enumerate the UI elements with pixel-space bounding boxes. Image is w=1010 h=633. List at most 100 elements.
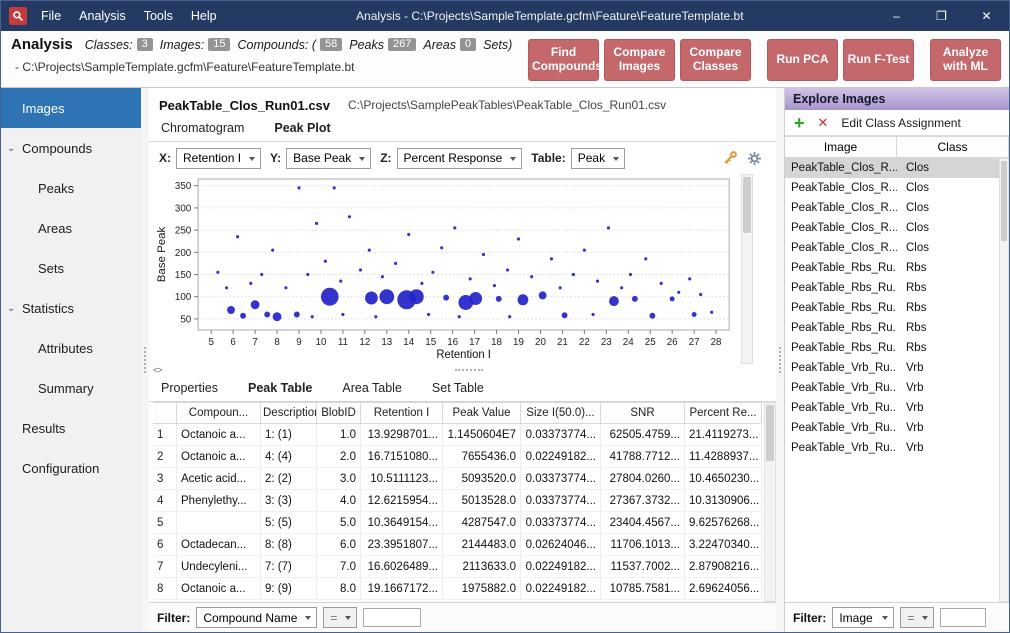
action-button[interactable]: Compare Classes xyxy=(680,39,751,81)
sidebar-item[interactable]: Attributes xyxy=(1,328,141,368)
image-row[interactable]: PeakTable_Vrb_Ru... Vrb xyxy=(785,378,1009,398)
stat-label: Peaks xyxy=(349,38,384,52)
image-row[interactable]: PeakTable_Vrb_Ru... Vrb xyxy=(785,438,1009,458)
image-row[interactable]: PeakTable_Rbs_Ru... Rbs xyxy=(785,318,1009,338)
cell-image-name: PeakTable_Clos_R... xyxy=(785,218,897,238)
svg-text:10: 10 xyxy=(316,337,327,348)
action-button[interactable]: Compare Images xyxy=(604,39,675,81)
column-header[interactable]: Peak Value xyxy=(443,402,521,424)
image-row[interactable]: PeakTable_Clos_R... Clos xyxy=(785,178,1009,198)
image-row[interactable]: PeakTable_Rbs_Ru... Rbs xyxy=(785,258,1009,278)
column-header[interactable]: Retention I xyxy=(361,402,443,424)
image-row[interactable]: PeakTable_Rbs_Ru... Rbs xyxy=(785,278,1009,298)
key-icon[interactable] xyxy=(722,150,738,166)
image-row[interactable]: PeakTable_Clos_R... Clos xyxy=(785,158,1009,178)
close-button[interactable]: ✕ xyxy=(964,1,1009,31)
collapse-handle-icon[interactable]: <> xyxy=(149,365,162,375)
column-header[interactable]: Size I(50.0)... xyxy=(521,402,601,424)
column-header[interactable] xyxy=(153,402,177,424)
scatter-plot[interactable]: 5010015020025030035056789101112131415161… xyxy=(153,174,739,360)
sidebar-item[interactable]: Areas xyxy=(1,208,141,248)
tab[interactable]: Peak Table xyxy=(246,377,314,401)
tab[interactable]: Peak Plot xyxy=(272,117,332,141)
column-header[interactable]: Description xyxy=(261,402,317,424)
image-row[interactable]: PeakTable_Rbs_Ru... Rbs xyxy=(785,338,1009,358)
sidebar-item[interactable]: Images xyxy=(1,88,141,128)
table-row[interactable]: 2 Octanoic a... 4: (4) 2.0 16.7151080...… xyxy=(153,446,762,468)
filter-field-select[interactable]: Compound Name xyxy=(196,607,317,628)
scrollbar-thumb[interactable] xyxy=(743,177,751,233)
sidebar-item[interactable]: Sets xyxy=(1,248,141,288)
column-header[interactable]: Percent Re... xyxy=(685,402,762,424)
sidebar-item[interactable]: ⌄ Statistics xyxy=(1,288,141,328)
action-button[interactable]: Analyze with ML xyxy=(930,39,1001,81)
right-splitter[interactable] xyxy=(776,88,784,632)
scrollbar-thumb[interactable] xyxy=(766,405,774,461)
column-header[interactable]: Class xyxy=(897,136,1009,158)
gear-icon[interactable] xyxy=(747,151,762,166)
tab[interactable]: Properties xyxy=(159,377,220,401)
filter-operator-select[interactable]: = xyxy=(323,607,357,628)
horizontal-splitter[interactable]: <> xyxy=(149,364,776,376)
sidebar-item[interactable]: ⌄ Compounds xyxy=(1,128,141,168)
svg-text:20: 20 xyxy=(535,337,546,348)
remove-image-button[interactable]: ✕ xyxy=(818,115,829,131)
menu-item[interactable]: File xyxy=(32,1,70,31)
sidebar-item[interactable]: Configuration xyxy=(1,448,141,488)
table-row[interactable]: 1 Octanoic a... 1: (1) 1.0 13.9298701...… xyxy=(153,424,762,446)
tab[interactable]: Set Table xyxy=(430,377,486,401)
chevron-down-icon[interactable]: ⌄ xyxy=(7,143,15,154)
table-row[interactable]: 6 Octadecan... 8: (8) 6.0 23.3951807... … xyxy=(153,534,762,556)
combo-select[interactable]: Retention I xyxy=(176,148,261,169)
action-button[interactable]: Find Compounds xyxy=(528,39,599,81)
add-image-button[interactable]: + xyxy=(794,114,805,132)
edit-class-assignment-button[interactable]: Edit Class Assignment xyxy=(841,116,960,130)
cell-compound: Acetic acid... xyxy=(177,468,261,490)
table-row[interactable]: 5 5: (5) 5.0 10.3649154... 4287547.0 0.0… xyxy=(153,512,762,534)
tab[interactable]: Chromatogram xyxy=(159,117,246,141)
image-row[interactable]: PeakTable_Vrb_Ru... Vrb xyxy=(785,398,1009,418)
combo-select[interactable]: Percent Response xyxy=(397,148,523,169)
table-row[interactable]: 3 Acetic acid... 2: (2) 3.0 10.5111123..… xyxy=(153,468,762,490)
menu-item[interactable]: Analysis xyxy=(70,1,135,31)
action-button[interactable]: Run F-Test xyxy=(843,39,914,81)
cell-image-name: PeakTable_Rbs_Ru... xyxy=(785,318,897,338)
column-header[interactable]: Image xyxy=(785,136,897,158)
image-row[interactable]: PeakTable_Clos_R... Clos xyxy=(785,238,1009,258)
plot-scrollbar[interactable] xyxy=(741,174,753,364)
cell-image-name: PeakTable_Vrb_Ru... xyxy=(785,358,897,378)
table-row[interactable]: 7 Undecyleni... 7: (7) 7.0 16.6026489...… xyxy=(153,556,762,578)
image-row[interactable]: PeakTable_Vrb_Ru... Vrb xyxy=(785,358,1009,378)
image-filter-operator-select[interactable]: = xyxy=(900,607,934,628)
chevron-down-icon[interactable]: ⌄ xyxy=(7,303,15,314)
image-row[interactable]: PeakTable_Vrb_Ru... Vrb xyxy=(785,418,1009,438)
column-header[interactable]: Compoun... xyxy=(177,402,261,424)
column-header[interactable]: SNR xyxy=(601,402,685,424)
explore-scrollbar[interactable] xyxy=(999,158,1009,602)
table-scrollbar[interactable] xyxy=(764,402,776,602)
filter-value-input[interactable] xyxy=(363,608,421,627)
menu-item[interactable]: Tools xyxy=(135,1,182,31)
filter-operator-value: = xyxy=(330,611,337,625)
image-row[interactable]: PeakTable_Clos_R... Clos xyxy=(785,218,1009,238)
image-filter-field-select[interactable]: Image xyxy=(832,607,894,628)
combo-select[interactable]: Base Peak xyxy=(286,148,371,169)
column-header[interactable]: BlobID xyxy=(317,402,361,424)
table-row[interactable]: 4 Phenylethy... 3: (3) 4.0 12.6215954...… xyxy=(153,490,762,512)
combo-select[interactable]: Peak xyxy=(571,148,625,169)
left-splitter[interactable] xyxy=(141,88,149,632)
menu-item[interactable]: Help xyxy=(182,1,226,31)
table-row[interactable]: 8 Octanoic a... 9: (9) 8.0 19.1667172...… xyxy=(153,578,762,600)
sidebar-item[interactable]: Peaks xyxy=(1,168,141,208)
cell-size: 0.03373774... xyxy=(521,468,601,490)
image-row[interactable]: PeakTable_Rbs_Ru... Rbs xyxy=(785,298,1009,318)
action-button[interactable]: Run PCA xyxy=(767,39,838,81)
sidebar-item[interactable]: Summary xyxy=(1,368,141,408)
maximize-button[interactable]: ❐ xyxy=(919,1,964,31)
tab[interactable]: Area Table xyxy=(340,377,404,401)
sidebar-item[interactable]: Results xyxy=(1,408,141,448)
minimize-button[interactable]: – xyxy=(874,1,919,31)
scrollbar-thumb[interactable] xyxy=(1001,161,1007,241)
image-filter-value-input[interactable] xyxy=(940,608,986,627)
image-row[interactable]: PeakTable_Clos_R... Clos xyxy=(785,198,1009,218)
